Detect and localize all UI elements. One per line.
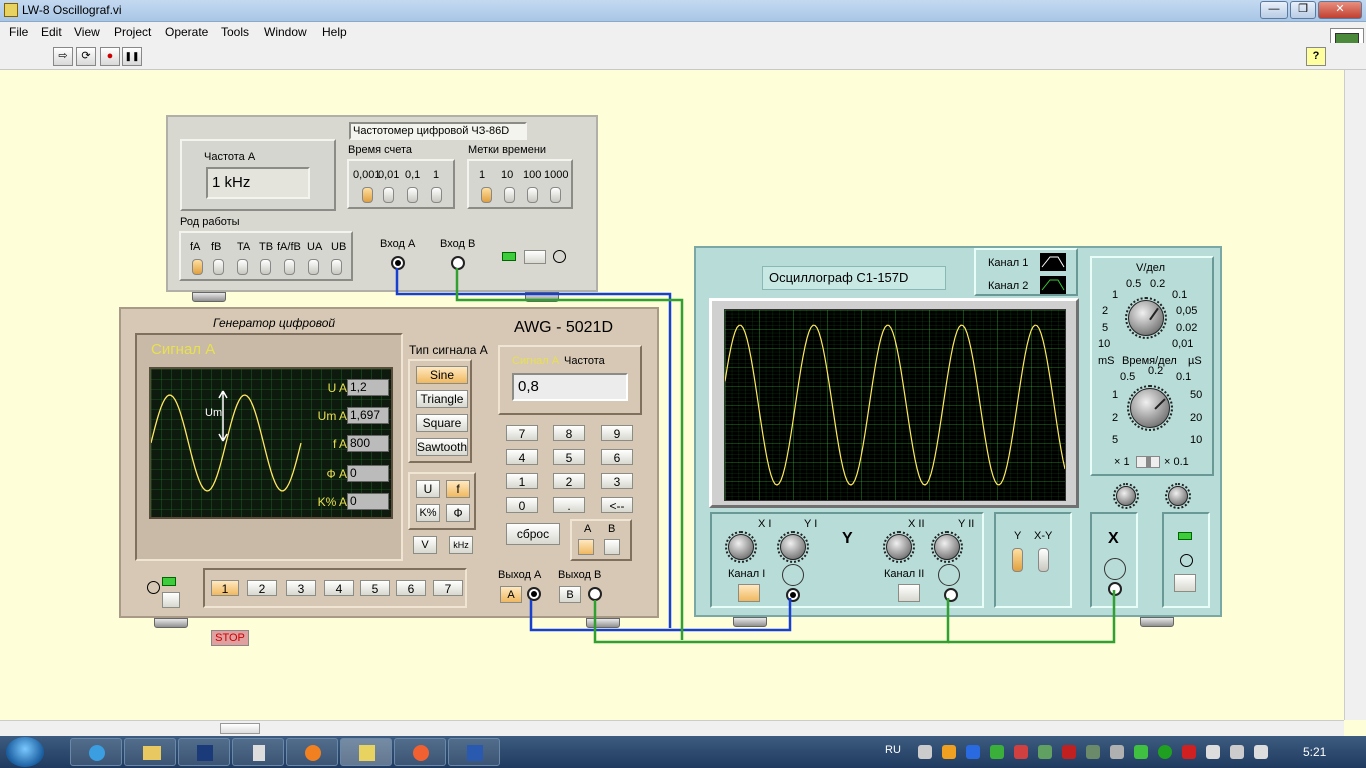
tray-security-icon[interactable] [990, 745, 1004, 759]
tray-antivirus-icon[interactable] [1062, 745, 1076, 759]
scroll-thumb[interactable] [220, 723, 260, 734]
tray-adobe-icon[interactable] [1182, 745, 1196, 759]
tray-network-icon[interactable] [918, 745, 932, 759]
task-mail[interactable] [394, 738, 446, 766]
horizontal-scrollbar[interactable] [0, 720, 1344, 736]
tray-audio-app-icon[interactable] [1086, 745, 1100, 759]
clock[interactable]: 5:21 [1303, 745, 1326, 759]
tray-sync-icon[interactable] [1158, 745, 1172, 759]
tray-volume-icon[interactable] [1254, 745, 1268, 759]
tray-usb-icon[interactable] [1206, 745, 1220, 759]
task-photoshop[interactable] [178, 738, 230, 766]
tray-wifi-icon[interactable] [1134, 745, 1148, 759]
taskbar: RU 5:21 [0, 736, 1366, 768]
tray-flag-icon[interactable] [1014, 745, 1028, 759]
vertical-scrollbar[interactable] [1344, 70, 1366, 720]
task-ie[interactable] [70, 738, 122, 766]
start-button[interactable] [6, 737, 44, 767]
language-indicator[interactable]: RU [885, 744, 901, 756]
tray-device-icon[interactable] [1110, 745, 1124, 759]
tray-info-icon[interactable] [942, 745, 956, 759]
task-labview[interactable] [340, 738, 392, 766]
task-media[interactable] [286, 738, 338, 766]
task-word[interactable] [448, 738, 500, 766]
tray-bluetooth-icon[interactable] [966, 745, 980, 759]
connection-wires [395, 268, 1116, 644]
task-calculator[interactable] [232, 738, 284, 766]
tray-app-icon[interactable] [1038, 745, 1052, 759]
task-explorer[interactable] [124, 738, 176, 766]
tray-power-icon[interactable] [1230, 745, 1244, 759]
